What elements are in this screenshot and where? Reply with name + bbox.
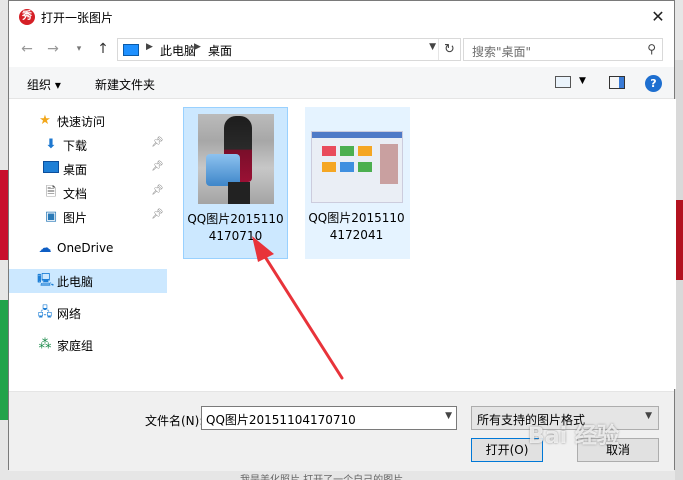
sidebar-item-onedrive[interactable]: ☁ OneDrive [9, 237, 167, 261]
thumbnail-photo [380, 144, 398, 184]
pin-icon: 📌︎ [151, 185, 164, 196]
file-name: QQ图片20151104172041 [308, 211, 405, 242]
breadcrumb-chevron-icon[interactable]: ▶ [146, 42, 153, 52]
breadcrumb-chevron-icon[interactable]: ▶ [194, 42, 201, 52]
background-app-strip [0, 300, 8, 420]
thumbnail-tile [358, 146, 372, 156]
baidu-watermark: Bai 经验 [528, 424, 619, 449]
sidebar-item-label: 图片 [63, 211, 88, 225]
address-dropdown-icon[interactable]: ▼ [429, 42, 436, 52]
pin-icon: 📌︎ [151, 209, 164, 220]
command-toolbar: 组织 ▾ 新建文件夹 ▼ ? [9, 67, 674, 99]
cloud-icon: ☁ [38, 241, 52, 256]
image-thumbnail [311, 131, 403, 203]
address-bar[interactable]: ▶ 此电脑 ▶ 桌面 ▼ ↻ [117, 38, 461, 61]
search-placeholder: 搜索"桌面" [472, 45, 532, 59]
filename-label: 文件名(N): [145, 414, 204, 428]
star-icon: ★ [39, 113, 51, 128]
homegroup-icon: ⁂ [38, 337, 52, 352]
sidebar-item-downloads[interactable]: ⬇ 下载 📌︎ [9, 133, 167, 157]
filename-value: QQ图片20151104170710 [206, 413, 356, 427]
caption-text: 我是美化照片 打开了一个自己的图片 [240, 471, 403, 480]
recent-locations-chevron-icon[interactable]: ▾ [69, 39, 89, 59]
file-list: QQ图片20151104170710 QQ图片20151104172041 [171, 99, 676, 389]
chevron-down-icon: ▾ [54, 78, 61, 92]
pictures-icon: ▣ [44, 209, 58, 224]
app-logo-icon: 秀 [19, 9, 35, 25]
back-arrow-icon[interactable]: ← [17, 39, 37, 59]
computer-icon [123, 44, 139, 56]
network-icon: 🖧 [37, 305, 53, 320]
dialog-title: 打开一张图片 [41, 11, 114, 25]
title-bar[interactable]: 秀 打开一张图片 ✕ [9, 1, 674, 33]
sidebar-item-label: 下载 [63, 139, 88, 153]
thumbnail-tile [358, 162, 372, 172]
file-item[interactable]: QQ图片20151104170710 [183, 107, 288, 259]
up-arrow-icon[interactable]: ↑ [93, 39, 113, 59]
view-options-chevron-icon[interactable]: ▼ [579, 76, 586, 86]
document-icon: 🗎 [45, 185, 57, 200]
sidebar-item-documents[interactable]: 🗎 文档 📌︎ [9, 181, 167, 205]
thumbnail-tile [340, 162, 354, 172]
open-file-dialog: 秀 打开一张图片 ✕ ← → ▾ ↑ ▶ 此电脑 ▶ 桌面 ▼ ↻ 搜索"桌面"… [8, 0, 676, 471]
sidebar-item-label: 网络 [57, 307, 82, 321]
sidebar-item-desktop[interactable]: 桌面 📌︎ [9, 157, 167, 181]
desktop-icon [43, 161, 59, 177]
pin-icon: 📌︎ [151, 137, 164, 148]
sidebar-item-network[interactable]: 🖧 网络 [9, 301, 167, 325]
filename-field[interactable]: QQ图片20151104170710 ▼ [201, 406, 457, 430]
sidebar-item-label: 快速访问 [57, 115, 106, 129]
sidebar-item-label: 家庭组 [57, 339, 94, 353]
organize-label: 组织 [27, 78, 52, 92]
search-icon[interactable]: ⚲ [647, 42, 656, 56]
sidebar-item-label: 文档 [63, 187, 88, 201]
thumbnail-tile [322, 162, 336, 172]
thumbnail-tile [322, 146, 336, 156]
thumbnail-header [312, 132, 402, 138]
sidebar-item-pictures[interactable]: ▣ 图片 📌︎ [9, 205, 167, 229]
change-view-icon[interactable] [555, 76, 571, 88]
breadcrumb-desktop[interactable]: 桌面 [208, 42, 232, 59]
computer-icon: 🖳 [37, 273, 55, 288]
forward-arrow-icon[interactable]: → [43, 39, 63, 59]
preview-pane-icon[interactable] [609, 76, 625, 89]
background-app-strip [675, 200, 683, 280]
file-name: QQ图片20151104170710 [187, 212, 284, 243]
refresh-icon[interactable]: ↻ [438, 39, 460, 60]
pin-icon: 📌︎ [151, 161, 164, 172]
sidebar-item-homegroup[interactable]: ⁂ 家庭组 [9, 333, 167, 357]
navigation-bar: ← → ▾ ↑ ▶ 此电脑 ▶ 桌面 ▼ ↻ 搜索"桌面" ⚲ [9, 35, 674, 63]
search-input[interactable]: 搜索"桌面" ⚲ [463, 38, 663, 61]
sidebar-item-this-pc[interactable]: 🖳 此电脑 [9, 269, 167, 293]
close-button[interactable]: ✕ [642, 1, 674, 33]
help-icon[interactable]: ? [645, 75, 662, 92]
new-folder-button[interactable]: 新建文件夹 [95, 76, 155, 93]
chevron-down-icon[interactable]: ▼ [445, 411, 452, 421]
download-icon: ⬇ [45, 137, 57, 152]
image-thumbnail [198, 114, 274, 204]
breadcrumb-this-pc[interactable]: 此电脑 [160, 42, 196, 59]
navigation-pane: ★ 快速访问 ⬇ 下载 📌︎ 桌面 📌︎ 🗎 文档 📌︎ ▣ 图片 📌︎ ☁ O… [9, 99, 169, 389]
sidebar-item-label: OneDrive [57, 241, 114, 255]
organize-menu-button[interactable]: 组织 ▾ [27, 76, 61, 93]
chevron-down-icon: ▼ [645, 411, 652, 421]
sidebar-item-label: 桌面 [63, 163, 88, 177]
sidebar-item-label: 此电脑 [57, 275, 94, 289]
file-item[interactable]: QQ图片20151104172041 [305, 107, 410, 259]
thumbnail-tile [340, 146, 354, 156]
thumbnail-legs [228, 182, 250, 204]
background-app-strip [0, 170, 8, 260]
sidebar-item-quick-access[interactable]: ★ 快速访问 [9, 109, 167, 133]
